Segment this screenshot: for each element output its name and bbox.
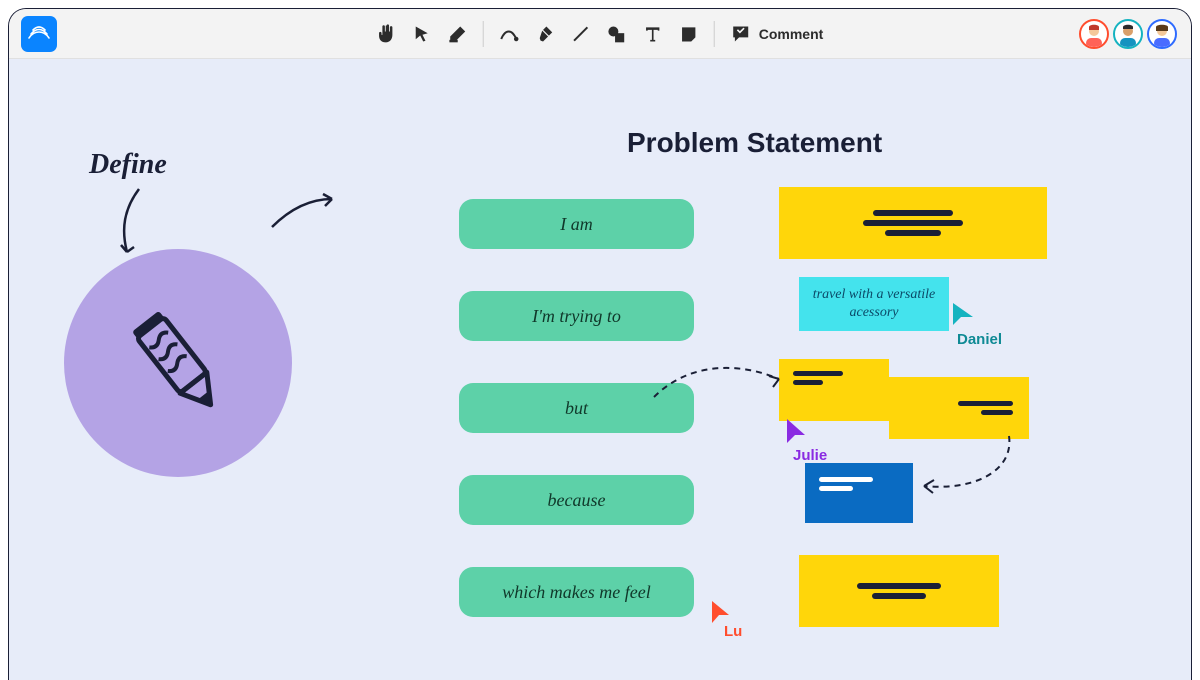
line-tool[interactable]	[564, 17, 598, 51]
note-content-line	[981, 410, 1013, 415]
toolbar-separator	[714, 21, 715, 47]
marker-icon	[535, 24, 555, 44]
avatar-julie[interactable]	[1147, 19, 1177, 49]
cursor-julie	[783, 417, 807, 445]
whiteboard-canvas[interactable]: Define Problem Statement I	[9, 59, 1191, 680]
define-circle[interactable]	[64, 249, 292, 477]
eraser-icon	[448, 24, 468, 44]
cursor-label-lu: Lu	[724, 623, 742, 640]
logo-icon	[28, 25, 50, 43]
top-toolbar: Comment	[9, 9, 1191, 59]
note-content-line	[863, 220, 963, 226]
avatar-lu[interactable]	[1079, 19, 1109, 49]
note-content-line	[819, 477, 873, 482]
pointer-tool[interactable]	[405, 17, 439, 51]
arrow-dashed	[649, 357, 799, 407]
comment-label: Comment	[759, 26, 824, 42]
page-title: Problem Statement	[627, 127, 882, 159]
note-content-line	[857, 583, 941, 589]
prompt-pill[interactable]: I am	[459, 199, 694, 249]
pen-icon	[499, 24, 519, 44]
sticky-note-icon	[679, 24, 699, 44]
comment-icon	[731, 24, 751, 44]
hand-tool[interactable]	[369, 17, 403, 51]
sticky-note-cyan[interactable]: travel with a versatile acessory	[799, 277, 949, 331]
cursor-label-julie: Julie	[793, 447, 827, 464]
define-label: Define	[89, 149, 167, 181]
avatar-icon	[1081, 21, 1107, 47]
sticky-note-tool[interactable]	[672, 17, 706, 51]
eraser-tool[interactable]	[441, 17, 475, 51]
avatar-icon	[1149, 21, 1175, 47]
app-frame: Comment Define	[8, 8, 1192, 680]
prompt-pill[interactable]: which makes me feel	[459, 567, 694, 617]
note-content-line	[873, 210, 953, 216]
hand-icon	[376, 24, 396, 44]
cursor-lu	[709, 599, 731, 625]
toolbar-separator	[483, 21, 484, 47]
note-content-line	[872, 593, 926, 599]
pointer-icon	[413, 25, 431, 43]
text-icon	[643, 24, 663, 44]
cursor-label-daniel: Daniel	[957, 331, 1002, 348]
arrow-circle-out	[267, 187, 347, 237]
prompt-pill[interactable]: because	[459, 475, 694, 525]
pencil-icon	[123, 298, 233, 428]
sticky-note-blue[interactable]	[805, 463, 913, 523]
prompt-pill[interactable]: I'm trying to	[459, 291, 694, 341]
collaborator-avatars	[1079, 19, 1177, 49]
line-icon	[571, 24, 591, 44]
arrow-dashed	[904, 431, 1024, 511]
note-content-line	[885, 230, 941, 236]
note-content-line	[793, 371, 843, 376]
sticky-note[interactable]	[799, 555, 999, 627]
shape-tool[interactable]	[600, 17, 634, 51]
shape-icon	[607, 24, 627, 44]
toolbar-tools: Comment	[369, 17, 832, 51]
text-tool[interactable]	[636, 17, 670, 51]
avatar-daniel[interactable]	[1113, 19, 1143, 49]
pen-tool[interactable]	[492, 17, 526, 51]
note-content-line	[819, 486, 853, 491]
avatar-icon	[1115, 21, 1141, 47]
sticky-note[interactable]	[889, 377, 1029, 439]
sticky-note[interactable]	[779, 187, 1047, 259]
marker-tool[interactable]	[528, 17, 562, 51]
comment-tool[interactable]: Comment	[723, 20, 832, 48]
app-logo[interactable]	[21, 16, 57, 52]
cursor-daniel	[951, 301, 975, 327]
note-content-line	[958, 401, 1013, 406]
